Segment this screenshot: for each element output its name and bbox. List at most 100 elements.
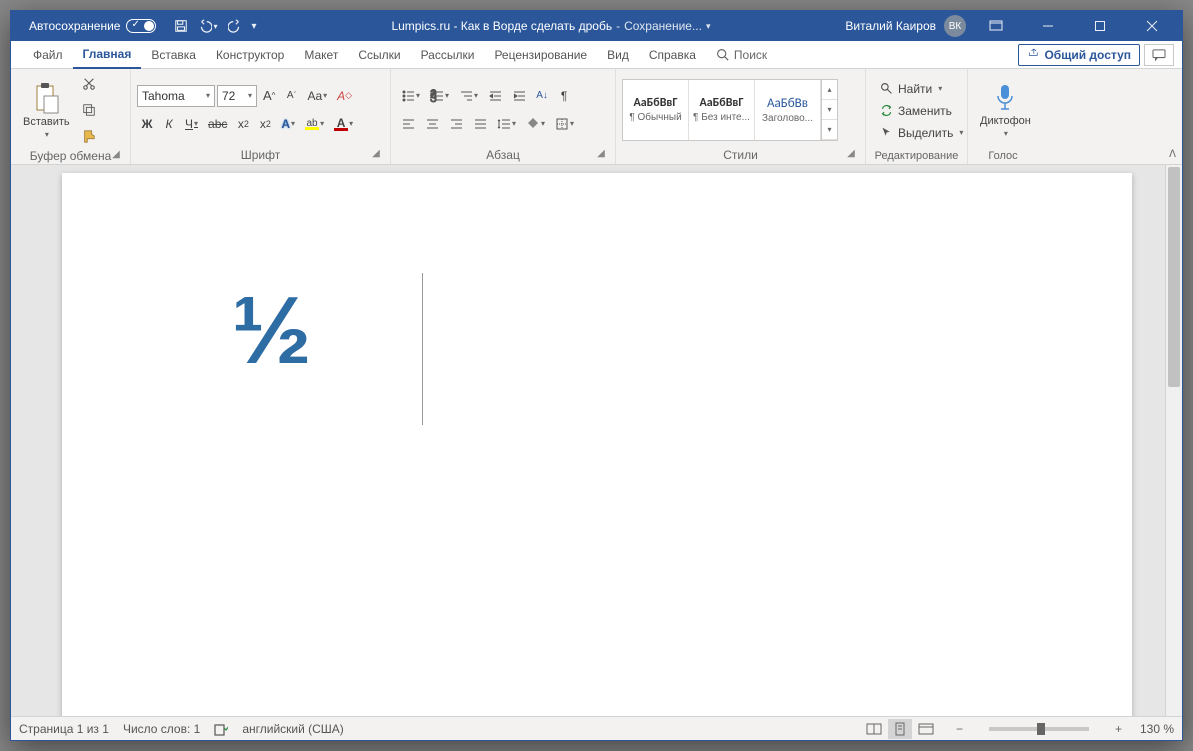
cut-button[interactable] (78, 73, 100, 95)
page-indicator[interactable]: Страница 1 из 1 (19, 722, 109, 736)
undo-icon[interactable]: ▾ (198, 19, 217, 33)
paste-button[interactable]: Вставить ▾ (17, 80, 76, 141)
styles-launcher[interactable]: ◢ (845, 148, 857, 160)
language-indicator[interactable]: английский (США) (242, 722, 343, 736)
font-launcher[interactable]: ◢ (370, 148, 382, 160)
clipboard-launcher[interactable]: ◢ (110, 149, 122, 161)
document-text[interactable]: ½ (232, 283, 312, 379)
tab-references[interactable]: Ссылки (348, 41, 410, 69)
italic-button[interactable]: К (159, 113, 179, 135)
redo-icon[interactable] (228, 19, 242, 33)
search-input[interactable]: Поиск (706, 48, 777, 62)
align-center-button[interactable] (421, 113, 443, 135)
save-icon[interactable] (174, 19, 188, 33)
group-clipboard-label: Буфер обмена◢ (17, 147, 124, 163)
change-case-button[interactable]: Aa▾ (303, 85, 331, 107)
numbering-button[interactable]: 123▾ (426, 85, 453, 107)
group-font: Tahoma▾ 72▾ A^ Aˇ Aa▾ A◇ Ж К Ч▾ abc x2 x… (131, 69, 391, 164)
svg-text:3: 3 (430, 91, 437, 103)
group-editing-label: Редактирование (872, 148, 961, 162)
show-marks-button[interactable]: ¶ (554, 85, 574, 107)
maximize-button[interactable] (1078, 11, 1122, 41)
replace-button[interactable]: Заменить (876, 101, 967, 121)
user-name: Виталий Каиров (845, 19, 936, 33)
collapse-ribbon-icon[interactable]: ᐱ (1169, 149, 1176, 160)
zoom-in-button[interactable]: + (1111, 722, 1126, 736)
bullets-button[interactable]: ▾ (397, 85, 424, 107)
group-editing: Найти▾ Заменить Выделить▾ Редактирование (866, 69, 968, 164)
group-paragraph: ▾ 123▾ ▾ А↓ ¶ ▾ ▾ ▾ Абза (391, 69, 616, 164)
style-nospacing[interactable]: АаБбВвГ¶ Без инте... (689, 80, 755, 140)
format-painter-button[interactable] (78, 125, 100, 147)
gallery-scroll[interactable]: ▴▾▾ (821, 80, 837, 140)
tab-mailings[interactable]: Рассылки (411, 41, 485, 69)
statusbar: Страница 1 из 1 Число слов: 1 английский… (11, 716, 1182, 740)
justify-button[interactable] (469, 113, 491, 135)
highlight-button[interactable]: ab▾ (301, 113, 328, 135)
dictate-button[interactable]: Диктофон ▾ (974, 81, 1037, 140)
spellcheck-icon[interactable] (214, 722, 228, 736)
tab-home[interactable]: Главная (73, 41, 142, 69)
grow-font-button[interactable]: A^ (259, 85, 279, 107)
superscript-button[interactable]: x2 (255, 113, 275, 135)
tab-help[interactable]: Справка (639, 41, 706, 69)
group-styles-label: Стили◢ (622, 146, 859, 162)
group-paragraph-label: Абзац◢ (397, 146, 609, 162)
ribbon-display-icon[interactable] (974, 11, 1018, 41)
paragraph-launcher[interactable]: ◢ (595, 148, 607, 160)
group-styles: АаБбВвГ¶ Обычный АаБбВвГ¶ Без инте... Аа… (616, 69, 866, 164)
zoom-slider[interactable] (989, 727, 1089, 731)
find-button[interactable]: Найти▾ (876, 79, 967, 99)
avatar[interactable]: ВК (944, 15, 966, 37)
tab-insert[interactable]: Вставка (141, 41, 206, 69)
style-heading1[interactable]: АаБбВвЗаголово... (755, 80, 821, 140)
tab-file[interactable]: Файл (23, 41, 73, 69)
tab-view[interactable]: Вид (597, 41, 639, 69)
comments-button[interactable] (1144, 44, 1174, 66)
underline-button[interactable]: Ч▾ (181, 113, 202, 135)
align-right-button[interactable] (445, 113, 467, 135)
styles-gallery[interactable]: АаБбВвГ¶ Обычный АаБбВвГ¶ Без инте... Аа… (622, 79, 838, 141)
page[interactable]: ½ (62, 173, 1132, 716)
shrink-font-button[interactable]: Aˇ (281, 85, 301, 107)
multilevel-button[interactable]: ▾ (455, 85, 482, 107)
borders-button[interactable]: ▾ (551, 113, 578, 135)
doc-title: Lumpics.ru - Как в Ворде сделать дробь (391, 19, 612, 33)
font-color-button[interactable]: A▾ (330, 113, 357, 135)
clear-format-button[interactable]: A◇ (333, 85, 356, 107)
decrease-indent-button[interactable] (484, 85, 506, 107)
view-print-button[interactable] (888, 719, 912, 739)
subscript-button[interactable]: x2 (233, 113, 253, 135)
font-size-combo[interactable]: 72▾ (217, 85, 257, 107)
tab-layout[interactable]: Макет (294, 41, 348, 69)
select-button[interactable]: Выделить▾ (876, 123, 967, 143)
align-left-button[interactable] (397, 113, 419, 135)
vertical-scrollbar[interactable] (1165, 165, 1182, 716)
tab-design[interactable]: Конструктор (206, 41, 294, 69)
share-button[interactable]: Общий доступ (1018, 44, 1140, 66)
minimize-button[interactable] (1026, 11, 1070, 41)
style-normal[interactable]: АаБбВвГ¶ Обычный (623, 80, 689, 140)
word-count[interactable]: Число слов: 1 (123, 722, 200, 736)
zoom-out-button[interactable]: − (952, 722, 967, 736)
increase-indent-button[interactable] (508, 85, 530, 107)
text-effects-button[interactable]: A▾ (277, 113, 299, 135)
line-spacing-button[interactable]: ▾ (493, 113, 520, 135)
group-voice-label: Голос (974, 148, 1032, 162)
window-title: Lumpics.ru - Как в Ворде сделать дробь -… (257, 19, 846, 33)
bold-button[interactable]: Ж (137, 113, 157, 135)
view-web-button[interactable] (914, 719, 938, 739)
scrollbar-thumb[interactable] (1168, 167, 1180, 387)
zoom-level[interactable]: 130 % (1140, 722, 1174, 736)
autosave-toggle[interactable]: Автосохранение ✓ (29, 19, 156, 33)
font-name-combo[interactable]: Tahoma▾ (137, 85, 215, 107)
sort-button[interactable]: А↓ (532, 85, 552, 107)
close-button[interactable] (1130, 11, 1174, 41)
qat-customize-icon[interactable]: ▾ (252, 21, 257, 32)
copy-button[interactable] (78, 99, 100, 121)
shading-button[interactable]: ▾ (522, 113, 549, 135)
strike-button[interactable]: abc (204, 113, 231, 135)
ribbon: Вставить ▾ Буфер обмена◢ Tahoma▾ 72▾ A^ … (11, 69, 1182, 165)
view-readmode-button[interactable] (862, 719, 886, 739)
tab-review[interactable]: Рецензирование (484, 41, 597, 69)
